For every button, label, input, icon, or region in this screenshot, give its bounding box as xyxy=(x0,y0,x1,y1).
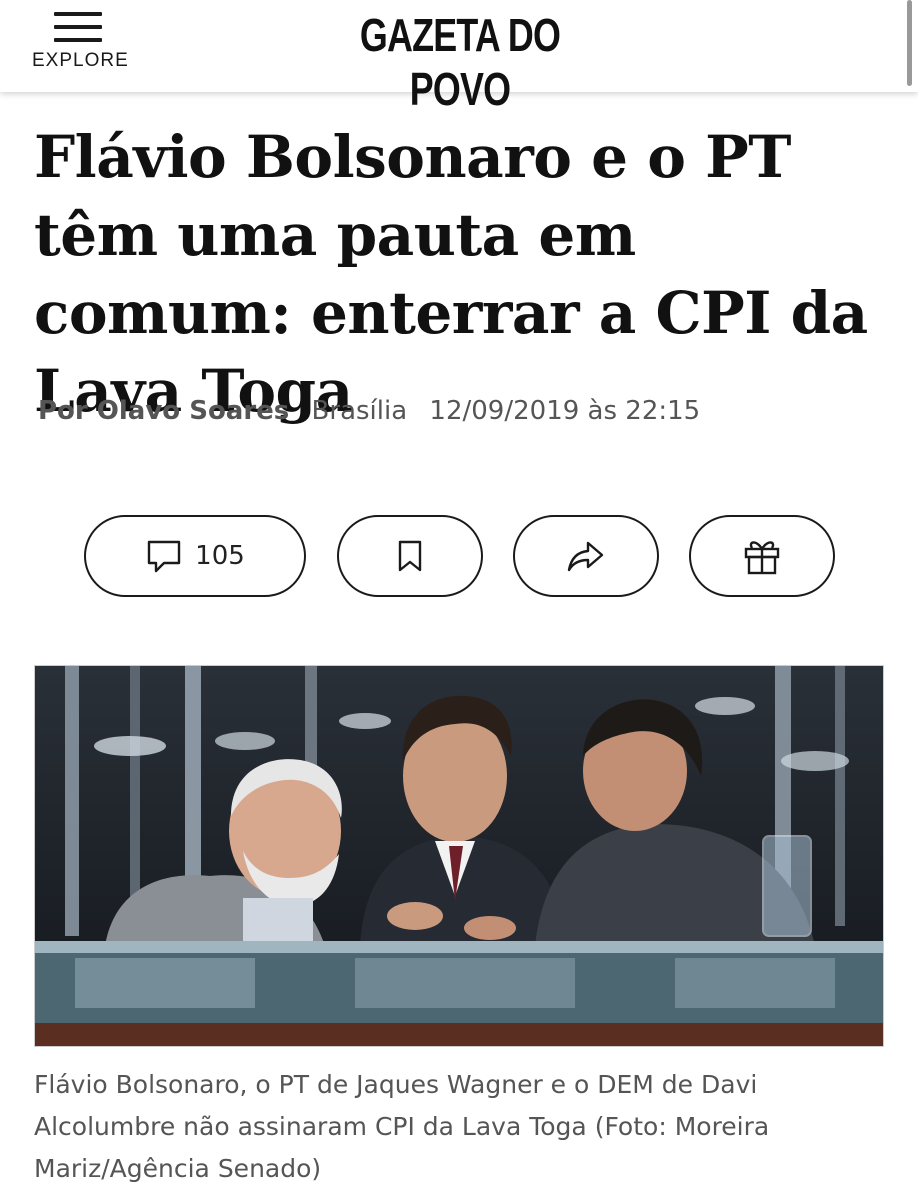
byline: Por Olavo Soares Brasília 12/09/2019 às … xyxy=(38,396,700,426)
comments-button[interactable]: 105 xyxy=(84,515,306,597)
location: Brasília xyxy=(311,396,408,426)
publish-date: 12/09/2019 às 22:15 xyxy=(429,396,701,426)
gift-icon xyxy=(744,541,780,575)
site-logo[interactable]: GAZETA DO POVO xyxy=(335,8,585,116)
author-link[interactable]: Por Olavo Soares xyxy=(38,396,289,426)
share-button[interactable] xyxy=(513,515,659,597)
top-bar: EXPLORE GAZETA DO POVO xyxy=(0,0,918,115)
photo-caption: Flávio Bolsonaro, o PT de Jaques Wagner … xyxy=(34,1070,770,1183)
scrollbar[interactable] xyxy=(907,0,912,86)
bookmark-icon xyxy=(398,540,422,572)
explore-label: EXPLORE xyxy=(32,50,129,71)
gift-button[interactable] xyxy=(689,515,835,597)
comments-count: 105 xyxy=(195,541,245,571)
article-photo[interactable] xyxy=(34,665,884,1047)
bookmark-button[interactable] xyxy=(337,515,483,597)
hamburger-icon xyxy=(54,12,102,46)
share-icon xyxy=(567,541,604,572)
comment-icon xyxy=(147,540,181,573)
article-headline: Flávio Bolsonaro e o PT têm uma pauta em… xyxy=(34,123,868,425)
explore-menu-button[interactable]: EXPLORE xyxy=(22,6,132,86)
